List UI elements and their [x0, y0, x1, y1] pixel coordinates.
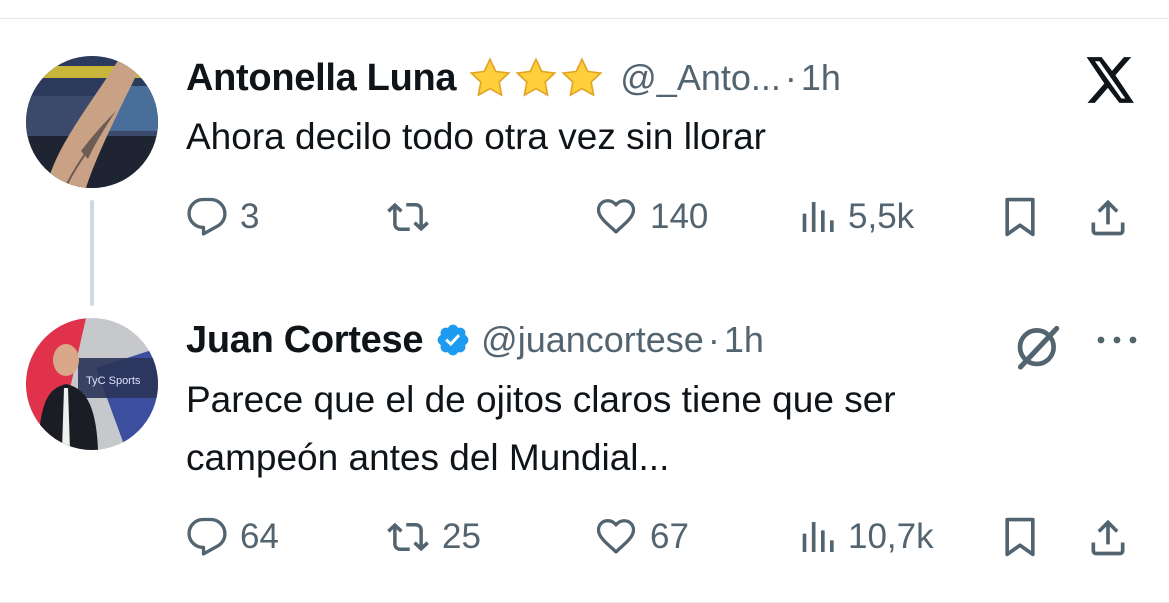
bookmark-icon: [1005, 197, 1035, 237]
tweet-2-view-count: 10,7k: [848, 517, 934, 556]
tweet-1-repost-button[interactable]: [386, 192, 442, 242]
like-icon: [596, 199, 636, 234]
tweet-2-text: Parece que el de ojitos claros tiene que…: [186, 371, 896, 487]
tweet-2-repost-count: 25: [442, 517, 481, 556]
share-icon: [1091, 199, 1125, 236]
tweet-2-repost-button[interactable]: 25: [386, 512, 481, 562]
tweet-1-actions: 3 140 5,5k: [186, 192, 1146, 242]
like-icon: [596, 519, 636, 554]
tweet-2-reply-count: 64: [240, 517, 279, 556]
tweet-2-actions: 64 25 67 10,7k: [186, 512, 1146, 562]
tweet-2-time[interactable]: 1h: [724, 319, 764, 361]
avatar-juan[interactable]: TyC Sports: [26, 318, 158, 450]
tweet-1-share-button[interactable]: [1086, 192, 1130, 242]
tweet-2-share-button[interactable]: [1086, 512, 1130, 562]
tweet-2-text-line-1: Parece que el de ojitos claros tiene que…: [186, 379, 896, 420]
tweet-1-like-button[interactable]: 140: [594, 192, 708, 242]
avatar-antonella[interactable]: [26, 56, 158, 188]
tweet-2-text-line-2: campeón antes del Mundial...: [186, 437, 670, 478]
verified-icon[interactable]: [435, 322, 471, 358]
top-divider: [0, 18, 1169, 19]
views-icon: [802, 202, 834, 232]
bookmark-icon: [1005, 517, 1035, 557]
tweet-1-reply-button[interactable]: 3: [186, 192, 259, 242]
reply-icon: [187, 517, 227, 556]
x-logo-icon[interactable]: [1086, 57, 1136, 108]
tweet-1-separator: ·: [784, 57, 797, 98]
tweet-2-reply-button[interactable]: 64: [186, 512, 279, 562]
views-icon: [802, 522, 834, 552]
star-icon: [469, 57, 511, 97]
tweet-2-separator: ·: [707, 319, 720, 360]
tweet-1-reply-count: 3: [240, 197, 260, 236]
tweet-1-text: Ahora decilo todo otra vez sin llorar: [186, 116, 766, 157]
tweet-1-author-name[interactable]: Antonella Luna: [186, 57, 457, 100]
star-icon: [515, 57, 557, 97]
tweet-1-like-count: 140: [650, 197, 709, 236]
grok-icon[interactable]: [1010, 318, 1066, 379]
share-icon: [1091, 519, 1125, 556]
reply-icon: [187, 197, 227, 236]
tweet-2-header: Juan Cortese @juancortese · 1h: [186, 312, 764, 368]
avatar-2-label: TyC Sports: [86, 375, 141, 387]
tweet-1-bookmark-button[interactable]: [998, 192, 1042, 242]
repost-icon: [387, 202, 429, 232]
more-icon[interactable]: [1094, 330, 1140, 355]
tweet-1-time[interactable]: 1h: [801, 57, 841, 99]
tweet-2-author-name[interactable]: Juan Cortese: [186, 319, 423, 362]
tweet-2-like-button[interactable]: 67: [594, 512, 689, 562]
thread-line: [90, 200, 94, 306]
tweet-2-like-count: 67: [650, 517, 689, 556]
tweet-1-views-button[interactable]: 5,5k: [796, 192, 914, 242]
tweet-1-handle[interactable]: @_Anto...: [620, 57, 781, 99]
star-icon: [561, 57, 603, 97]
tweet-1-header: Antonella Luna ⭐⭐⭐ @_Anto... · 1h: [186, 50, 841, 106]
tweet-1-name-emoji: ⭐⭐⭐: [468, 56, 606, 100]
tweet-2-bookmark-button[interactable]: [998, 512, 1042, 562]
repost-icon: [387, 522, 429, 552]
tweet-1-view-count: 5,5k: [848, 197, 915, 236]
tweet-2-views-button[interactable]: 10,7k: [796, 512, 934, 562]
tweet-2-handle[interactable]: @juancortese: [481, 319, 704, 361]
